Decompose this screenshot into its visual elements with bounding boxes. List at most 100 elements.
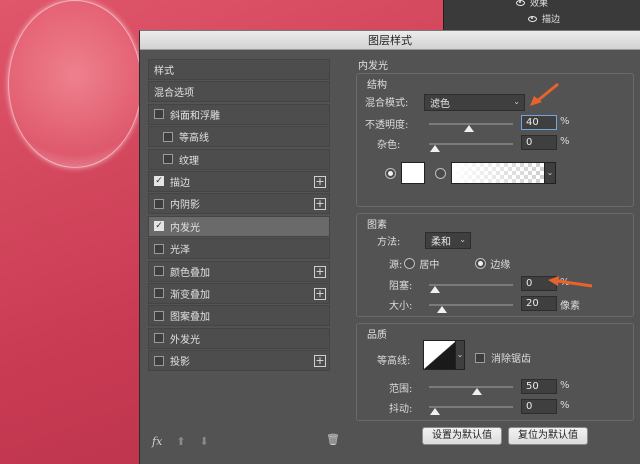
add-icon[interactable]: +: [314, 175, 326, 188]
source-edge-label: 边缘: [490, 260, 511, 271]
canvas-glow-circle: [8, 0, 142, 168]
antialias-checkbox[interactable]: [475, 352, 485, 363]
glow-color-swatch[interactable]: [401, 162, 425, 184]
styles-footer: fx ⬆ ⬇ 🗑: [152, 433, 340, 449]
style-item[interactable]: 等高线: [148, 126, 330, 148]
jitter-slider[interactable]: [429, 403, 513, 417]
glow-gradient-swatch[interactable]: [451, 162, 545, 184]
style-checkbox[interactable]: [163, 154, 173, 165]
style-item[interactable]: 光泽: [148, 238, 330, 260]
style-checkbox[interactable]: [154, 288, 164, 299]
slider-track: [429, 284, 513, 286]
layer-stroke-row[interactable]: 描边: [528, 12, 560, 25]
slider-thumb[interactable]: [430, 145, 440, 152]
antialias-row[interactable]: 消除锯齿: [475, 350, 531, 365]
style-item[interactable]: 渐变叠加 +: [148, 282, 330, 304]
style-checkbox[interactable]: [154, 266, 164, 277]
noise-slider[interactable]: [429, 140, 513, 154]
choke-row: 阻塞:: [389, 277, 412, 292]
make-default-button[interactable]: 设置为默认值: [422, 427, 502, 445]
style-item[interactable]: 纹理: [148, 148, 330, 170]
chevron-down-icon: ⌄: [459, 235, 466, 244]
size-label: 大小:: [389, 301, 413, 312]
slider-track: [429, 143, 513, 145]
size-input[interactable]: 20: [521, 296, 557, 311]
method-select[interactable]: 柔和 ⌄: [425, 232, 471, 249]
slider-thumb[interactable]: [430, 286, 440, 293]
style-item[interactable]: 颜色叠加 +: [148, 260, 330, 282]
choke-slider[interactable]: [429, 281, 513, 295]
style-checkbox[interactable]: [154, 198, 164, 209]
style-item[interactable]: ✓ 描边 +: [148, 170, 330, 192]
gradient-dropdown[interactable]: ⌄: [544, 162, 556, 184]
arrow-shaft: [557, 279, 593, 288]
style-item-label: 混合选项: [154, 88, 194, 100]
style-item[interactable]: 混合选项: [148, 81, 330, 103]
style-checkbox[interactable]: [154, 243, 164, 254]
style-item[interactable]: 样式: [148, 59, 330, 80]
style-item[interactable]: 图案叠加: [148, 305, 330, 327]
source-center-radio[interactable]: [404, 258, 416, 269]
style-checkbox[interactable]: [154, 109, 164, 120]
style-item[interactable]: ✓ 内发光: [148, 215, 330, 237]
blend-mode-select[interactable]: 滤色 ⌄: [424, 94, 525, 111]
source-row: 源: 居中 边缘: [389, 256, 510, 271]
contour-label: 等高线:: [377, 356, 411, 367]
slider-thumb[interactable]: [430, 408, 440, 415]
style-item[interactable]: 斜面和浮雕: [148, 103, 330, 125]
layer-style-dialog: 图层样式 样式 混合选项 斜面和浮雕 等高线 纹理 ✓ 描边 + 内阴影 + ✓ 内发光 光泽 颜色叠加 +…: [139, 30, 640, 464]
fx-icon[interactable]: fx: [152, 435, 162, 448]
add-icon[interactable]: +: [314, 355, 326, 368]
jitter-row: 抖动:: [389, 400, 412, 415]
add-icon[interactable]: +: [314, 287, 326, 300]
jitter-unit: %: [560, 400, 570, 411]
opacity-slider[interactable]: [429, 120, 513, 134]
jitter-input[interactable]: 0: [521, 399, 557, 414]
add-icon[interactable]: +: [314, 198, 326, 211]
contour-row: 等高线:: [377, 352, 410, 367]
quality-group: 品质 等高线: ⌄ 消除锯齿 范围: 50 % 抖动: 0 %: [356, 323, 634, 421]
layer-effects-row[interactable]: 效果: [516, 0, 548, 9]
source-edge-radio[interactable]: [475, 258, 487, 269]
eye-icon[interactable]: [516, 0, 525, 6]
style-checkbox[interactable]: ✓: [154, 176, 164, 187]
size-row: 大小:: [389, 297, 412, 312]
quality-label: 品质: [367, 330, 387, 341]
eye-icon[interactable]: [528, 15, 537, 22]
noise-row: 杂色:: [377, 136, 400, 151]
slider-thumb[interactable]: [463, 125, 474, 132]
range-input[interactable]: 50: [521, 379, 557, 394]
style-item-label: 投影: [170, 357, 190, 369]
antialias-label: 消除锯齿: [491, 354, 531, 365]
opacity-input[interactable]: 40: [521, 115, 557, 130]
annotation-arrow-size: [548, 276, 593, 288]
style-checkbox[interactable]: [154, 333, 164, 344]
reset-default-button[interactable]: 复位为默认值: [508, 427, 588, 445]
color-radio[interactable]: [385, 168, 396, 179]
style-checkbox[interactable]: [154, 310, 164, 321]
slider-thumb[interactable]: [472, 388, 482, 395]
add-icon[interactable]: +: [314, 265, 326, 278]
styles-list: 样式混合选项斜面和浮雕 等高线 纹理 ✓ 描边 + 内阴影 + ✓ 内发光 光泽 颜色叠加 + 渐变叠加 +…: [148, 59, 330, 409]
trash-icon[interactable]: 🗑: [326, 433, 340, 446]
style-item[interactable]: 外发光: [148, 327, 330, 349]
method-value: 柔和: [431, 237, 451, 248]
noise-input[interactable]: 0: [521, 135, 557, 150]
structure-group: 结构 混合模式: 滤色 ⌄ 不透明度: 40 % 杂色: 0 % ⌄: [356, 73, 634, 207]
style-checkbox[interactable]: ✓: [154, 221, 164, 232]
contour-dropdown[interactable]: ⌄: [455, 340, 465, 370]
move-down-icon[interactable]: ⬇: [200, 435, 209, 448]
style-checkbox[interactable]: [163, 131, 173, 142]
style-item[interactable]: 投影 +: [148, 350, 330, 372]
style-item[interactable]: 内阴影 +: [148, 193, 330, 215]
chevron-down-icon: ⌄: [546, 168, 554, 177]
layers-panel: 效果 描边: [443, 0, 640, 30]
contour-swatch[interactable]: [423, 340, 457, 370]
gradient-radio[interactable]: [435, 168, 446, 179]
move-up-icon[interactable]: ⬆: [176, 435, 185, 448]
range-slider[interactable]: [429, 383, 513, 397]
slider-thumb[interactable]: [436, 306, 447, 313]
annotation-arrow-opacity: [530, 82, 559, 106]
size-slider[interactable]: [429, 301, 513, 315]
style-checkbox[interactable]: [154, 355, 164, 366]
